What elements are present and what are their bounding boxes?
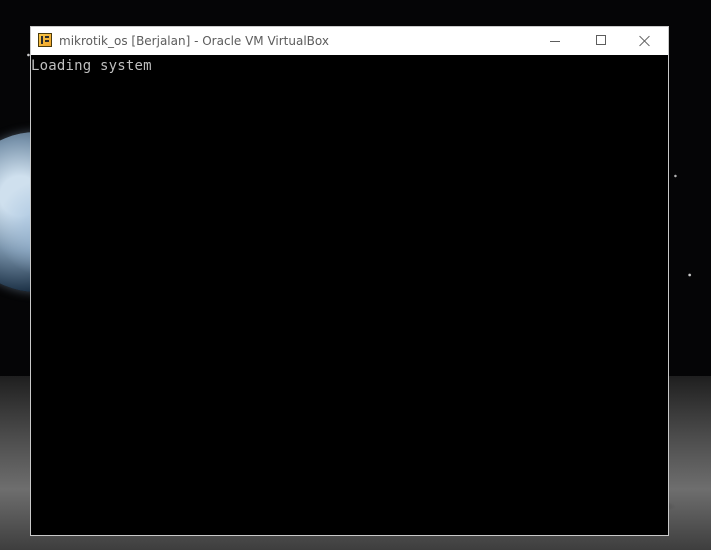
window-title: mikrotik_os [Berjalan] - Oracle VM Virtu…	[59, 34, 329, 48]
desktop-background: mikrotik_os [Berjalan] - Oracle VM Virtu…	[0, 0, 711, 550]
maximize-icon	[596, 35, 606, 45]
console-output: Loading system	[31, 58, 152, 74]
close-button[interactable]	[622, 27, 668, 55]
virtualbox-icon	[38, 33, 52, 47]
vm-screen[interactable]: Loading system	[31, 55, 668, 535]
window-titlebar[interactable]: mikrotik_os [Berjalan] - Oracle VM Virtu…	[31, 27, 668, 55]
minimize-button[interactable]	[532, 27, 578, 55]
minimize-icon	[550, 41, 560, 42]
close-icon	[638, 34, 652, 48]
virtualbox-window[interactable]: mikrotik_os [Berjalan] - Oracle VM Virtu…	[30, 26, 669, 536]
maximize-button[interactable]	[578, 27, 624, 55]
